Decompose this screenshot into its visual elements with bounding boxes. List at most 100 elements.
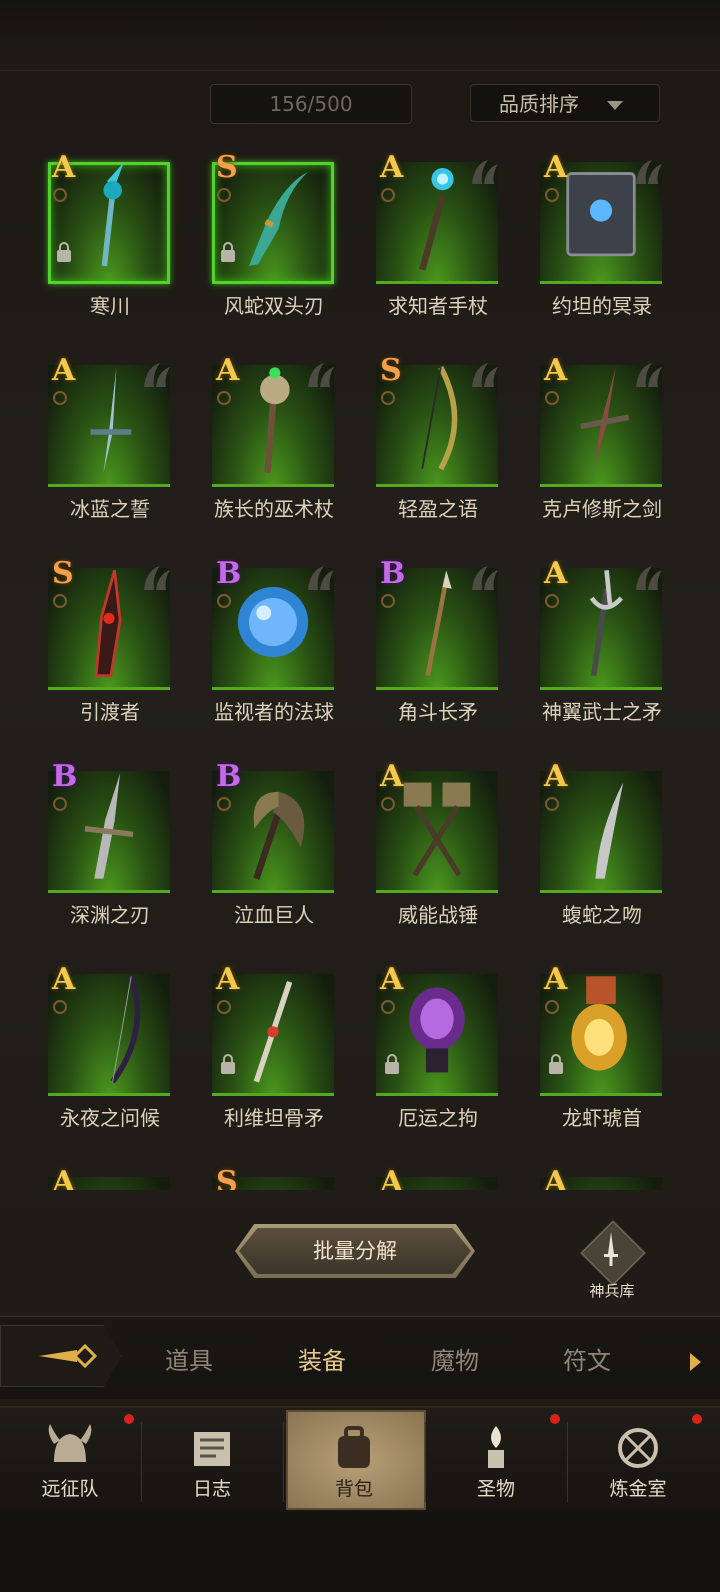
- tab-monsters[interactable]: 魔物: [431, 1341, 479, 1376]
- tab-runes[interactable]: 符文: [563, 1341, 611, 1376]
- item-name: 利维坦骨矛: [224, 1106, 324, 1130]
- sort-label: 品质排序: [499, 92, 579, 116]
- notification-dot: [124, 1414, 134, 1424]
- equipment-item[interactable]: A 求知者手杖: [358, 150, 508, 340]
- item-name: 监视者的法球: [214, 700, 334, 724]
- horn-emblem-icon: [144, 566, 170, 590]
- horn-emblem-icon: [472, 566, 498, 590]
- horn-emblem-icon: [636, 566, 662, 590]
- item-name: 引渡者: [80, 700, 140, 724]
- grade-badge: A: [216, 353, 240, 388]
- item-name: 龙虾琥首: [562, 1106, 642, 1130]
- grade-badge: S: [216, 150, 238, 185]
- nav-label: 炼金室: [609, 1478, 667, 1500]
- star-slot-icon: [217, 1000, 231, 1014]
- capacity-counter: 156/500: [210, 84, 412, 124]
- star-slot-icon: [381, 594, 395, 608]
- item-name: 厄运之拘: [398, 1106, 478, 1130]
- equipment-item[interactable]: A 寒川: [30, 150, 180, 340]
- equipment-item[interactable]: A: [358, 1165, 508, 1190]
- equipment-item[interactable]: A: [522, 1165, 672, 1190]
- equipment-item[interactable]: S: [194, 1165, 344, 1190]
- grade-badge: A: [544, 962, 568, 997]
- equipment-item[interactable]: A: [30, 1165, 180, 1190]
- grade-badge: B: [52, 759, 78, 794]
- equipment-item[interactable]: S 轻盈之语: [358, 353, 508, 543]
- scroll-icon: [194, 1432, 230, 1466]
- bottom-navigation: 远征队 日志 背包 圣物 炼金室: [0, 1406, 720, 1514]
- equipment-item[interactable]: A 族长的巫术杖: [194, 353, 344, 543]
- tab-back-button[interactable]: [0, 1325, 122, 1387]
- star-slot-icon: [545, 188, 559, 202]
- chevron-down-icon: [607, 101, 623, 110]
- grade-badge: A: [544, 759, 568, 794]
- tab-items[interactable]: 道具: [165, 1341, 213, 1376]
- item-name: 蝮蛇之吻: [562, 903, 642, 927]
- nav-item-3[interactable]: 圣物: [426, 1408, 566, 1514]
- equipment-item[interactable]: A 威能战锤: [358, 759, 508, 949]
- equipment-item[interactable]: A 神翼武士之矛: [522, 556, 672, 746]
- nav-label: 背包: [334, 1478, 373, 1500]
- equipment-item[interactable]: B 角斗长矛: [358, 556, 508, 746]
- grade-badge: A: [52, 353, 76, 388]
- grade-badge: A: [544, 150, 568, 185]
- lock-icon: [221, 242, 235, 262]
- nav-item-4[interactable]: 炼金室: [568, 1408, 708, 1514]
- next-tab-arrow-icon[interactable]: [690, 1353, 701, 1371]
- equipment-item[interactable]: A 约坦的冥录: [522, 150, 672, 340]
- relic-icon: [488, 1426, 504, 1468]
- grade-badge: A: [380, 150, 404, 185]
- grade-badge: A: [380, 962, 404, 997]
- nav-label: 日志: [192, 1478, 231, 1500]
- equipment-item[interactable]: A 利维坦骨矛: [194, 962, 344, 1152]
- equipment-item[interactable]: A 克卢修斯之剑: [522, 353, 672, 543]
- equipment-item[interactable]: B 泣血巨人: [194, 759, 344, 949]
- horn-emblem-icon: [308, 363, 334, 387]
- horn-emblem-icon: [636, 160, 662, 184]
- grade-badge: A: [52, 962, 76, 997]
- backpack-icon: [338, 1426, 370, 1468]
- equipment-item[interactable]: S 引渡者: [30, 556, 180, 746]
- item-name: 永夜之问候: [60, 1106, 160, 1130]
- star-slot-icon: [53, 391, 67, 405]
- star-slot-icon: [381, 188, 395, 202]
- top-banner: [0, 0, 720, 71]
- lock-icon: [221, 1054, 235, 1074]
- nav-item-0[interactable]: 远征队: [0, 1408, 140, 1514]
- horn-emblem-icon: [144, 363, 170, 387]
- item-name: 深渊之刃: [70, 903, 150, 927]
- star-slot-icon: [217, 188, 231, 202]
- nav-label: 圣物: [476, 1478, 515, 1500]
- armory-label: 神兵库: [589, 1282, 635, 1300]
- equipment-item[interactable]: A 冰蓝之誓: [30, 353, 180, 543]
- equipment-item[interactable]: S 风蛇双头刃: [194, 150, 344, 340]
- bulk-dismantle-button[interactable]: 批量分解: [235, 1224, 475, 1278]
- star-slot-icon: [381, 797, 395, 811]
- sort-dropdown[interactable]: 品质排序: [470, 84, 660, 122]
- equipment-item[interactable]: A 永夜之问候: [30, 962, 180, 1152]
- footer-band: [0, 1512, 720, 1592]
- equipment-item[interactable]: B 深渊之刃: [30, 759, 180, 949]
- tab-equipment[interactable]: 装备: [298, 1341, 346, 1376]
- star-slot-icon: [217, 594, 231, 608]
- grade-badge: A: [544, 556, 568, 591]
- item-name: 族长的巫术杖: [214, 497, 334, 521]
- equipment-item[interactable]: A 龙虾琥首: [522, 962, 672, 1152]
- item-name: 轻盈之语: [398, 497, 478, 521]
- item-name: 冰蓝之誓: [70, 497, 150, 521]
- grade-badge: A: [52, 150, 76, 185]
- equipment-item[interactable]: B 监视者的法球: [194, 556, 344, 746]
- equipment-item[interactable]: A 蝮蛇之吻: [522, 759, 672, 949]
- star-slot-icon: [545, 391, 559, 405]
- star-slot-icon: [217, 391, 231, 405]
- star-slot-icon: [545, 797, 559, 811]
- grade-badge: A: [216, 962, 240, 997]
- nav-item-2[interactable]: 背包: [284, 1408, 426, 1514]
- armory-button[interactable]: 神兵库: [578, 1220, 646, 1304]
- grade-badge: A: [380, 1165, 404, 1190]
- nav-item-1[interactable]: 日志: [142, 1408, 282, 1514]
- category-tabs: 道具 装备 魔物 符文: [0, 1316, 720, 1399]
- equipment-item[interactable]: A 厄运之拘: [358, 962, 508, 1152]
- star-slot-icon: [53, 594, 67, 608]
- item-name: 威能战锤: [398, 903, 478, 927]
